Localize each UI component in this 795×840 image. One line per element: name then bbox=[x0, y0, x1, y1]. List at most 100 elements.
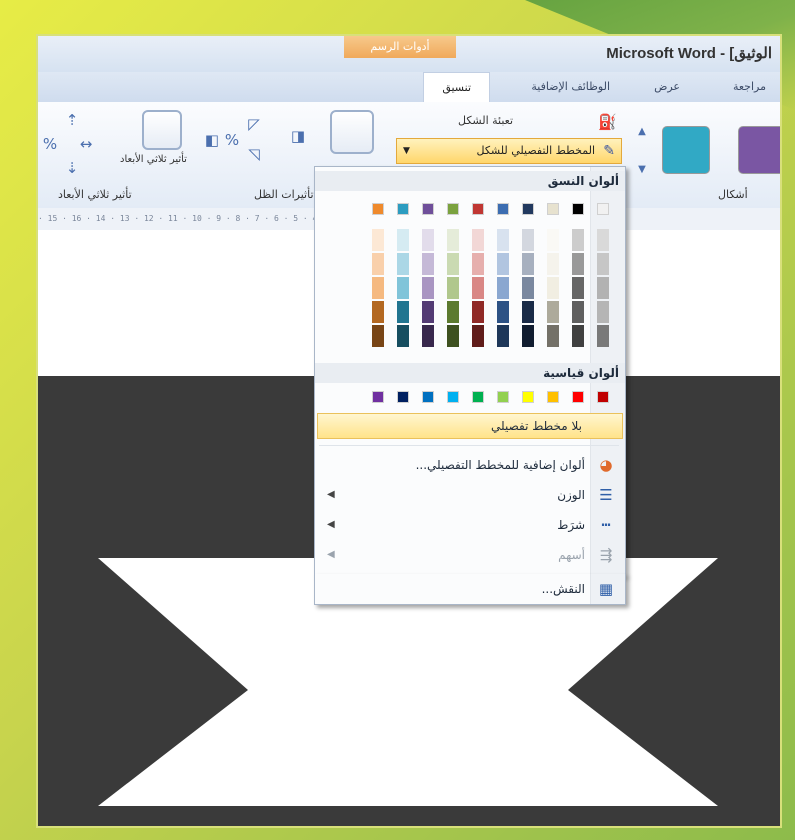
theme-color-swatch[interactable] bbox=[397, 203, 409, 215]
shape-fill-label[interactable]: تعبئة الشكل bbox=[458, 114, 513, 127]
theme-tint-swatch[interactable] bbox=[447, 325, 459, 347]
standard-color-swatch[interactable] bbox=[522, 391, 534, 403]
shape-effects-button[interactable] bbox=[330, 110, 374, 154]
standard-color-swatch[interactable] bbox=[572, 391, 584, 403]
theme-tint-swatch[interactable] bbox=[522, 253, 534, 275]
3d-effects-button[interactable] bbox=[142, 110, 182, 150]
theme-tint-swatch[interactable] bbox=[522, 325, 534, 347]
theme-tint-swatch[interactable] bbox=[597, 253, 609, 275]
nudge-shadow-icon[interactable]: ◧ bbox=[204, 132, 220, 148]
theme-tint-swatch[interactable] bbox=[372, 229, 384, 251]
theme-color-swatch[interactable] bbox=[547, 203, 559, 215]
theme-tint-swatch[interactable] bbox=[547, 301, 559, 323]
theme-tint-swatch[interactable] bbox=[547, 229, 559, 251]
theme-tint-swatch[interactable] bbox=[572, 301, 584, 323]
theme-tint-swatch[interactable] bbox=[397, 253, 409, 275]
standard-color-swatch[interactable] bbox=[447, 391, 459, 403]
theme-tint-swatch[interactable] bbox=[447, 229, 459, 251]
theme-tint-swatch[interactable] bbox=[447, 301, 459, 323]
dashes-item[interactable]: ┅ شرَط ◀ bbox=[317, 513, 625, 537]
no-outline-option[interactable]: بلا مخطط تفصيلي bbox=[317, 413, 623, 439]
theme-color-swatch[interactable] bbox=[572, 203, 584, 215]
theme-tint-swatch[interactable] bbox=[572, 229, 584, 251]
nudge-shadow-icon[interactable]: ◨ bbox=[290, 128, 306, 144]
theme-tint-swatch[interactable] bbox=[422, 253, 434, 275]
shadow-icon[interactable]: ◹ bbox=[246, 146, 262, 162]
theme-tint-swatch[interactable] bbox=[572, 253, 584, 275]
theme-color-swatch[interactable] bbox=[522, 203, 534, 215]
theme-tint-swatch[interactable] bbox=[597, 301, 609, 323]
paint-bucket-icon[interactable]: ⛽ bbox=[598, 114, 617, 130]
theme-tint-swatch[interactable] bbox=[472, 301, 484, 323]
theme-color-swatch[interactable] bbox=[597, 203, 609, 215]
percent-icon[interactable]: % bbox=[42, 136, 58, 152]
context-tab-drawing-tools[interactable]: أدوات الرسم bbox=[344, 36, 456, 58]
tab-format[interactable]: تنسيق bbox=[423, 72, 490, 103]
theme-tint-swatch[interactable] bbox=[497, 325, 509, 347]
tab-review[interactable]: مراجعة bbox=[733, 80, 766, 93]
standard-color-swatch[interactable] bbox=[497, 391, 509, 403]
shape-outline-dropdown[interactable]: ✎ المخطط التفصيلي للشكل ▼ bbox=[396, 138, 622, 164]
theme-tint-swatch[interactable] bbox=[372, 277, 384, 299]
theme-tint-swatch[interactable] bbox=[472, 325, 484, 347]
standard-color-swatch[interactable] bbox=[372, 391, 384, 403]
tilt-down-icon[interactable]: ⇣ bbox=[64, 160, 80, 176]
theme-tint-swatch[interactable] bbox=[497, 277, 509, 299]
standard-color-swatch[interactable] bbox=[472, 391, 484, 403]
theme-tint-swatch[interactable] bbox=[397, 301, 409, 323]
pattern-item[interactable]: ▦ النقش... bbox=[317, 577, 625, 601]
theme-tint-swatch[interactable] bbox=[497, 301, 509, 323]
theme-tint-swatch[interactable] bbox=[397, 277, 409, 299]
theme-tint-swatch[interactable] bbox=[397, 325, 409, 347]
theme-tint-swatch[interactable] bbox=[497, 229, 509, 251]
theme-tint-swatch[interactable] bbox=[422, 325, 434, 347]
theme-color-swatch[interactable] bbox=[372, 203, 384, 215]
theme-tint-swatch[interactable] bbox=[422, 301, 434, 323]
theme-tint-swatch[interactable] bbox=[522, 277, 534, 299]
standard-color-swatch[interactable] bbox=[422, 391, 434, 403]
theme-tint-swatch[interactable] bbox=[422, 277, 434, 299]
weight-item[interactable]: ☰ الوزن ◀ bbox=[317, 483, 625, 507]
3d-effects-label[interactable]: تأثير ثلاثي الأبعاد bbox=[120, 154, 187, 165]
scroll-up-icon[interactable]: ▲ bbox=[634, 124, 650, 140]
theme-tint-swatch[interactable] bbox=[547, 253, 559, 275]
theme-color-swatch[interactable] bbox=[422, 203, 434, 215]
theme-tint-swatch[interactable] bbox=[372, 253, 384, 275]
theme-color-swatch[interactable] bbox=[472, 203, 484, 215]
shadow-icon[interactable]: ◸ bbox=[246, 116, 262, 132]
standard-color-swatch[interactable] bbox=[397, 391, 409, 403]
tab-view[interactable]: عرض bbox=[654, 80, 680, 93]
theme-tint-swatch[interactable] bbox=[422, 229, 434, 251]
theme-tint-swatch[interactable] bbox=[597, 277, 609, 299]
theme-tint-swatch[interactable] bbox=[547, 325, 559, 347]
tilt-up-icon[interactable]: ⇡ bbox=[64, 112, 80, 128]
more-outline-colors-item[interactable]: ◕ ألوان إضافية للمخطط التفصيلي... bbox=[317, 453, 625, 477]
theme-tint-swatch[interactable] bbox=[522, 229, 534, 251]
tab-addins[interactable]: الوظائف الإضافية bbox=[531, 80, 610, 93]
theme-tint-swatch[interactable] bbox=[447, 277, 459, 299]
theme-tint-swatch[interactable] bbox=[572, 325, 584, 347]
theme-tint-swatch[interactable] bbox=[447, 253, 459, 275]
theme-tint-swatch[interactable] bbox=[472, 277, 484, 299]
shape-style-swatch[interactable] bbox=[738, 126, 780, 174]
scroll-down-icon[interactable]: ▼ bbox=[634, 162, 650, 178]
theme-tint-swatch[interactable] bbox=[372, 301, 384, 323]
theme-tint-swatch[interactable] bbox=[397, 229, 409, 251]
theme-tint-swatch[interactable] bbox=[372, 325, 384, 347]
standard-color-swatch[interactable] bbox=[547, 391, 559, 403]
theme-tint-swatch[interactable] bbox=[522, 301, 534, 323]
theme-tint-swatch[interactable] bbox=[597, 325, 609, 347]
percent-icon[interactable]: % bbox=[224, 132, 240, 148]
theme-color-swatch[interactable] bbox=[497, 203, 509, 215]
shape-style-swatch[interactable] bbox=[662, 126, 710, 174]
theme-tint-swatch[interactable] bbox=[472, 253, 484, 275]
theme-color-swatch[interactable] bbox=[447, 203, 459, 215]
theme-tint-swatch[interactable] bbox=[597, 229, 609, 251]
standard-color-swatch[interactable] bbox=[597, 391, 609, 403]
arrows-item[interactable]: ⇶ أسهم ◀ bbox=[317, 543, 625, 567]
theme-tint-swatch[interactable] bbox=[472, 229, 484, 251]
tilt-left-right-icon[interactable]: ↔ bbox=[78, 136, 94, 152]
theme-tint-swatch[interactable] bbox=[572, 277, 584, 299]
theme-tint-swatch[interactable] bbox=[547, 277, 559, 299]
theme-tint-swatch[interactable] bbox=[497, 253, 509, 275]
